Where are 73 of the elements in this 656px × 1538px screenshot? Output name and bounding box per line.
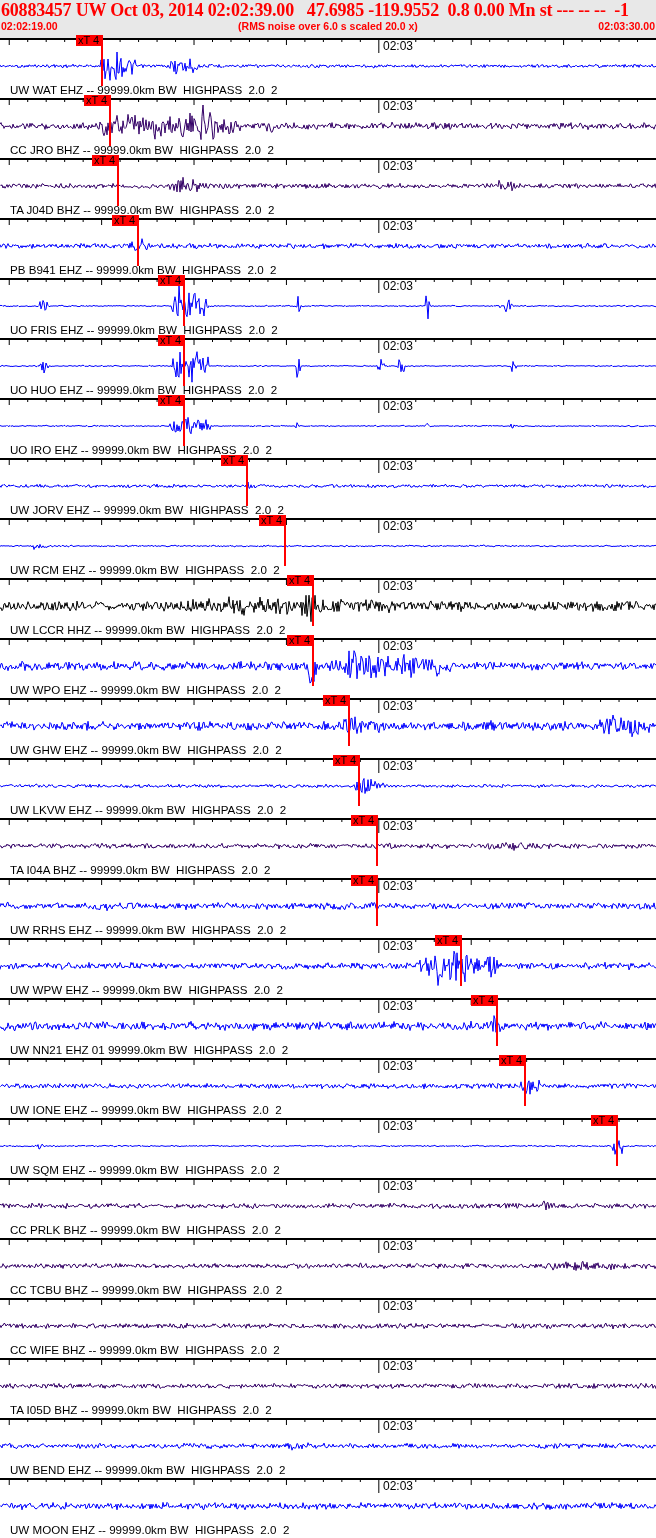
pick-marker: xT 4 bbox=[333, 755, 360, 766]
pick-marker: xT 4 bbox=[435, 935, 462, 946]
start-time: 02:02:19.00 bbox=[1, 20, 58, 33]
station-label: UW IONE EHZ -- 99999.0km BW HIGHPASS 2.0 2 bbox=[10, 1104, 282, 1116]
axis-time-label: 02:03 bbox=[383, 1180, 414, 1192]
station-label: UW WAT EHZ -- 99999.0km BW HIGHPASS 2.0 2 bbox=[10, 84, 278, 96]
axis-time-label: 02:03 bbox=[383, 760, 414, 772]
pick-marker: xT 4 bbox=[287, 575, 314, 586]
axis-time-label: 02:03 bbox=[383, 940, 414, 952]
axis-time-label: 02:03 bbox=[383, 580, 414, 592]
axis-time-label: 02:03 bbox=[383, 1360, 414, 1372]
axis-time-label: 02:03 bbox=[383, 40, 414, 52]
station-label: UW NN21 EHZ 01 99999.0km BW HIGHPASS 2.0 2 bbox=[10, 1044, 289, 1056]
axis-time-label: 02:03 bbox=[383, 1300, 414, 1312]
station-label: CC PRLK BHZ -- 99999.0km BW HIGHPASS 2.0 2 bbox=[10, 1224, 282, 1236]
axis-time-label: 02:03 bbox=[383, 400, 414, 412]
axis-time-label: 02:03 bbox=[383, 1000, 414, 1012]
station-label: TA I04A BHZ -- 99999.0km BW HIGHPASS 2.0 2 bbox=[10, 864, 271, 876]
station-label: CC TCBU BHZ -- 99999.0km BW HIGHPASS 2.0 2 bbox=[10, 1284, 283, 1296]
station-label: UW JORV EHZ -- 99999.0km BW HIGHPASS 2.0 2 bbox=[10, 504, 285, 516]
pick-marker: xT 4 bbox=[221, 455, 248, 466]
pick-marker: xT 4 bbox=[351, 875, 378, 886]
station-label: UW MOON EHZ -- 99999.0km BW HIGHPASS 2.0 2 bbox=[10, 1524, 290, 1536]
station-label: UW RCM EHZ -- 99999.0km BW HIGHPASS 2.0 2 bbox=[10, 564, 280, 576]
station-label: UW LCCR HHZ -- 99999.0km BW HIGHPASS 2.0 2 bbox=[10, 624, 286, 636]
station-label: UW LKVW EHZ -- 99999.0km BW HIGHPASS 2.0 2 bbox=[10, 804, 287, 816]
pick-marker: xT 4 bbox=[499, 1055, 526, 1066]
axis-time-label: 02:03 bbox=[383, 700, 414, 712]
axis-time-label: 02:03 bbox=[383, 100, 414, 112]
pick-marker: xT 4 bbox=[92, 155, 119, 166]
pick-marker: xT 4 bbox=[323, 695, 350, 706]
pick-marker: xT 4 bbox=[158, 335, 185, 346]
end-time: 02:03:30.00 bbox=[598, 20, 655, 33]
axis-time-label: 02:03 bbox=[383, 280, 414, 292]
axis-time-label: 02:03 bbox=[383, 880, 414, 892]
axis-time-label: 02:03 bbox=[383, 820, 414, 832]
pick-marker: xT 4 bbox=[76, 35, 103, 46]
axis-time-label: 02:03 bbox=[383, 1240, 414, 1252]
pick-marker: xT 4 bbox=[84, 95, 111, 106]
axis-time-label: 02:03 bbox=[383, 220, 414, 232]
axis-time-label: 02:03 bbox=[383, 1420, 414, 1432]
axis-time-label: 02:03 bbox=[383, 460, 414, 472]
station-label: PB B941 EHZ -- 99999.0km BW HIGHPASS 2.0 2 bbox=[10, 264, 277, 276]
pick-marker: xT 4 bbox=[158, 275, 185, 286]
station-label: UW BEND EHZ -- 99999.0km BW HIGHPASS 2.0 2 bbox=[10, 1464, 286, 1476]
station-label: TA I05D BHZ -- 99999.0km BW HIGHPASS 2.0 2 bbox=[10, 1404, 272, 1416]
station-label: UW GHW EHZ -- 99999.0km BW HIGHPASS 2.0 2 bbox=[10, 744, 282, 756]
station-label: CC JRO BHZ -- 99999.0km BW HIGHPASS 2.0 2 bbox=[10, 144, 274, 156]
axis-time-label: 02:03 bbox=[383, 340, 414, 352]
station-label: UW RRHS EHZ -- 99999.0km BW HIGHPASS 2.0 2 bbox=[10, 924, 287, 936]
pick-marker: xT 4 bbox=[351, 815, 378, 826]
pick-marker: xT 4 bbox=[158, 395, 185, 406]
station-label: TA J04D BHZ -- 99999.0km BW HIGHPASS 2.0 2 bbox=[10, 204, 275, 216]
pick-marker: xT 4 bbox=[259, 515, 286, 526]
station-label: CC WIFE BHZ -- 99999.0km BW HIGHPASS 2.0 2 bbox=[10, 1344, 280, 1356]
pick-marker: xT 4 bbox=[591, 1115, 618, 1126]
station-label: UW WPW EHZ -- 99999.0km BW HIGHPASS 2.0 2 bbox=[10, 984, 283, 996]
pick-marker: xT 4 bbox=[112, 215, 139, 226]
event-title: 60883457 UW Oct 03, 2014 02:02:39.00 47.6985 -119.9552 0.8 0.00 Mn st --- -- -- -1 bbox=[0, 0, 629, 20]
axis-time-label: 02:03 bbox=[383, 1120, 414, 1132]
pick-marker: xT 4 bbox=[471, 995, 498, 1006]
scale-note: (RMS noise over 6.0 s scaled 20.0 x) bbox=[238, 20, 418, 33]
axis-time-label: 02:03 bbox=[383, 1480, 414, 1492]
station-label: UO IRO EHZ -- 99999.0km BW HIGHPASS 2.0 2 bbox=[10, 444, 272, 456]
axis-time-label: 02:03 bbox=[383, 160, 414, 172]
axis-time-label: 02:03 bbox=[383, 520, 414, 532]
axis-time-label: 02:03 bbox=[383, 640, 414, 652]
station-label: UO HUO EHZ -- 99999.0km BW HIGHPASS 2.0 2 bbox=[10, 384, 278, 396]
axis-time-label: 02:03 bbox=[383, 1060, 414, 1072]
station-label: UW WPO EHZ -- 99999.0km BW HIGHPASS 2.0 2 bbox=[10, 684, 281, 696]
pick-marker: xT 4 bbox=[287, 635, 314, 646]
station-label: UO FRIS EHZ -- 99999.0km BW HIGHPASS 2.0 2 bbox=[10, 324, 278, 336]
station-label: UW SQM EHZ -- 99999.0km BW HIGHPASS 2.0 2 bbox=[10, 1164, 280, 1176]
